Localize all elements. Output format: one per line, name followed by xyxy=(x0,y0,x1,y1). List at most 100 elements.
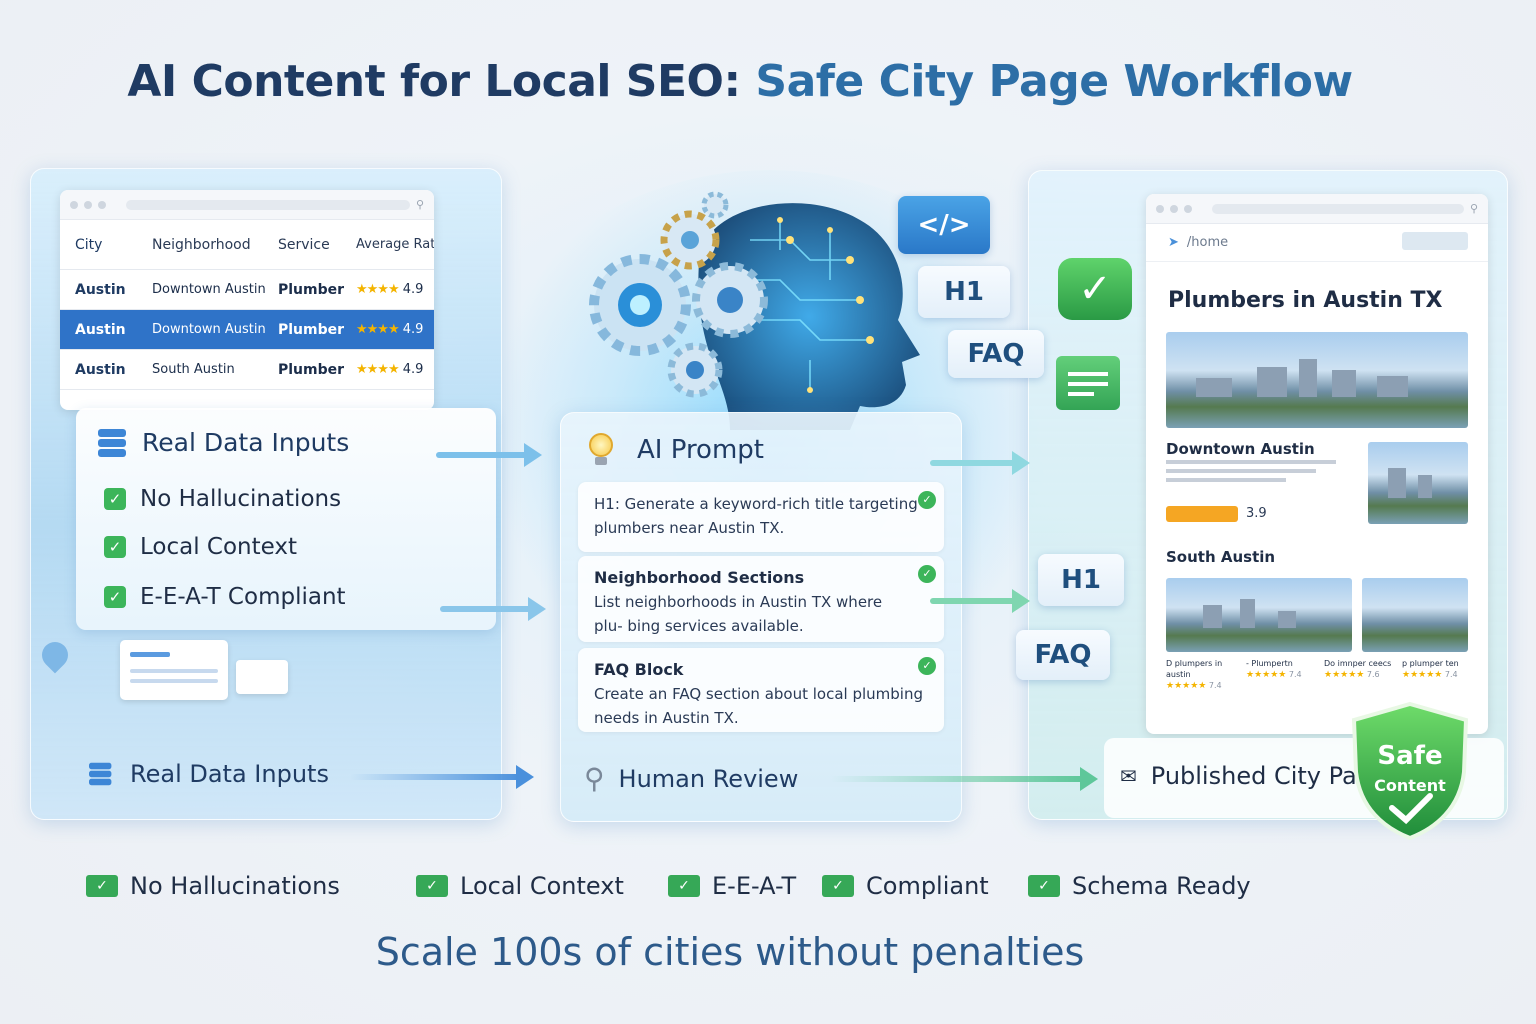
rating-value: 4.9 xyxy=(402,322,424,337)
cell-service: Plumber xyxy=(278,321,345,338)
check-label: No Hallucinations xyxy=(130,872,340,900)
listing-item[interactable]: D plumpers in austin ★★★★★ 7.4 xyxy=(1166,658,1240,692)
cell-neighborhood: South Austin xyxy=(152,362,235,377)
browser-bar: ⚲ xyxy=(60,190,434,220)
shield-line1: Safe xyxy=(1377,741,1443,771)
inputs-card-header: Real Data Inputs xyxy=(98,428,349,457)
south-austin-image xyxy=(1166,578,1352,652)
database-stack-icon xyxy=(98,428,128,457)
star-icons: ★★★★ xyxy=(356,362,400,377)
check-local-context: ✓ Local Context xyxy=(104,534,297,560)
h1-tag-mid: H1 xyxy=(1038,554,1124,606)
listing-rating: 7.4 xyxy=(1208,681,1222,690)
check-label: Compliant xyxy=(866,872,989,900)
address-bar[interactable] xyxy=(126,199,410,210)
star-icons: ★★★★★ xyxy=(1402,670,1443,680)
header-city: City xyxy=(75,236,103,253)
check-icon: ✓ xyxy=(104,586,126,608)
check-icon: ✓ xyxy=(668,875,700,897)
star-icons: ★★★★★ xyxy=(1166,681,1207,691)
arrow-step1-to-step2 xyxy=(350,765,534,789)
title-part2: Safe City Page Workflow xyxy=(755,56,1353,107)
star-icons: ★★★★★ xyxy=(1246,670,1287,680)
search-icon[interactable]: ⚲ xyxy=(1470,202,1478,215)
check-icon: ✓ xyxy=(416,875,448,897)
title-part1: AI Content for Local SEO: xyxy=(127,56,741,107)
nav-button[interactable] xyxy=(1402,232,1468,250)
spreadsheet-icon xyxy=(120,640,228,700)
search-icon[interactable]: ⚲ xyxy=(416,198,424,211)
check-icon: ✓ xyxy=(918,657,936,675)
star-icons: ★★★★ xyxy=(356,322,400,337)
check-label: Local Context xyxy=(140,534,298,560)
inputs-card: Real Data Inputs ✓ No Hallucinations ✓ L… xyxy=(76,408,496,630)
prompt-title: AI Prompt xyxy=(637,435,764,465)
listing-item[interactable]: - Plumpertn ★★★★★ 7.4 xyxy=(1246,658,1320,681)
breadcrumb-home[interactable]: /home xyxy=(1187,235,1228,250)
prompt-header: AI Prompt xyxy=(589,433,764,467)
prompt-item-faq[interactable]: FAQ Block Create an FAQ section about lo… xyxy=(578,648,944,732)
prompt-text: List neighborhoods in Austin TX where pl… xyxy=(594,593,883,635)
cell-service: Plumber xyxy=(278,361,345,378)
flow-step-inputs: Real Data Inputs xyxy=(86,760,329,788)
bottom-check-compliant: ✓ Compliant xyxy=(822,872,989,900)
check-label: No Hallucinations xyxy=(140,486,342,512)
header-service: Service xyxy=(278,236,330,253)
faq-tag-top: FAQ xyxy=(948,330,1044,378)
arrow-prompt-to-h1 xyxy=(930,589,1030,613)
table-header: City Neighborhood Service Average Rating xyxy=(60,220,434,270)
page-title: AI Content for Local SEO: Safe City Page… xyxy=(0,56,1480,107)
listing-rating: 7.4 xyxy=(1444,670,1458,679)
ai-brain-icon xyxy=(589,191,920,430)
check-icon: ✓ xyxy=(918,491,936,509)
prompt-item-title: Neighborhood Sections xyxy=(594,568,805,587)
section-rating: 3.9 xyxy=(1246,506,1267,521)
bottom-check-no-hallucinations: ✓ No Hallucinations xyxy=(86,872,340,900)
browser-bar: ⚲ xyxy=(1146,194,1488,224)
faq-tag-mid: FAQ xyxy=(1016,630,1110,680)
magnifier-icon: ⚲ xyxy=(584,762,605,795)
check-label: E-E-A-T xyxy=(712,872,797,900)
south-austin-image-2 xyxy=(1362,578,1468,652)
section-downtown: Downtown Austin xyxy=(1166,440,1315,458)
listing-rating: 7.4 xyxy=(1288,670,1302,679)
prompt-item-neighborhood[interactable]: Neighborhood Sections List neighborhoods… xyxy=(578,556,944,642)
listing-name: p plumper ten xyxy=(1402,659,1459,668)
cell-city: Austin xyxy=(75,361,126,378)
check-icon: ✓ xyxy=(86,875,118,897)
tagline: Scale 100s of cities without penalties xyxy=(375,930,1085,974)
prompt-item-h1[interactable]: H1: Generate a keyword-rich title target… xyxy=(578,482,944,552)
flow-step-label: Human Review xyxy=(618,764,799,793)
austin-skyline-image xyxy=(1166,332,1468,428)
table-row[interactable]: Austin South Austin Plumber ★★★★ 4.9 xyxy=(60,350,434,390)
check-eeat: ✓ E-E-A-T Compliant xyxy=(104,584,346,610)
address-bar[interactable] xyxy=(1212,203,1464,214)
inputs-card-title: Real Data Inputs xyxy=(142,428,350,457)
listing-name: D plumpers in austin xyxy=(1166,659,1223,679)
table-row-selected[interactable]: Austin Downtown Austin Plumber ★★★★ 4.9 xyxy=(60,310,434,350)
check-label: Schema Ready xyxy=(1072,872,1251,900)
orange-badge[interactable] xyxy=(1166,506,1238,522)
prompt-text: Create an FAQ section about local plumbi… xyxy=(594,685,923,727)
table-row[interactable]: Austin Downtown Austin Plumber ★★★★ 4.9 xyxy=(60,270,434,310)
listing-item[interactable]: p plumper ten ★★★★★ 7.4 xyxy=(1402,658,1476,681)
breadcrumb: ➤ /home xyxy=(1146,224,1488,262)
section-south-austin: South Austin xyxy=(1166,548,1276,566)
cell-city: Austin xyxy=(75,321,126,338)
city-page-preview: ⚲ ➤ /home Plumbers in Austin TX Downtown… xyxy=(1146,194,1488,734)
navigation-icon: ➤ xyxy=(1168,235,1179,250)
check-icon: ✓ xyxy=(104,536,126,558)
rating-value: 4.9 xyxy=(402,282,424,297)
bottom-check-eeat: ✓ E-E-A-T xyxy=(668,872,796,900)
bottom-check-schema-ready: ✓ Schema Ready xyxy=(1028,872,1251,900)
verified-shield-icon: ✓ xyxy=(1058,258,1132,320)
listing-item[interactable]: Do imnper ceecs ★★★★★ 7.6 xyxy=(1324,658,1398,681)
cell-service: Plumber xyxy=(278,281,345,298)
downtown-image xyxy=(1368,442,1468,524)
check-label: E-E-A-T Compliant xyxy=(140,584,346,610)
envelope-icon: ✉ xyxy=(1120,764,1137,788)
document-icon xyxy=(236,660,288,694)
city-page-heading: Plumbers in Austin TX xyxy=(1168,288,1443,313)
check-icon: ✓ xyxy=(1028,875,1060,897)
check-no-hallucinations: ✓ No Hallucinations xyxy=(104,486,341,512)
